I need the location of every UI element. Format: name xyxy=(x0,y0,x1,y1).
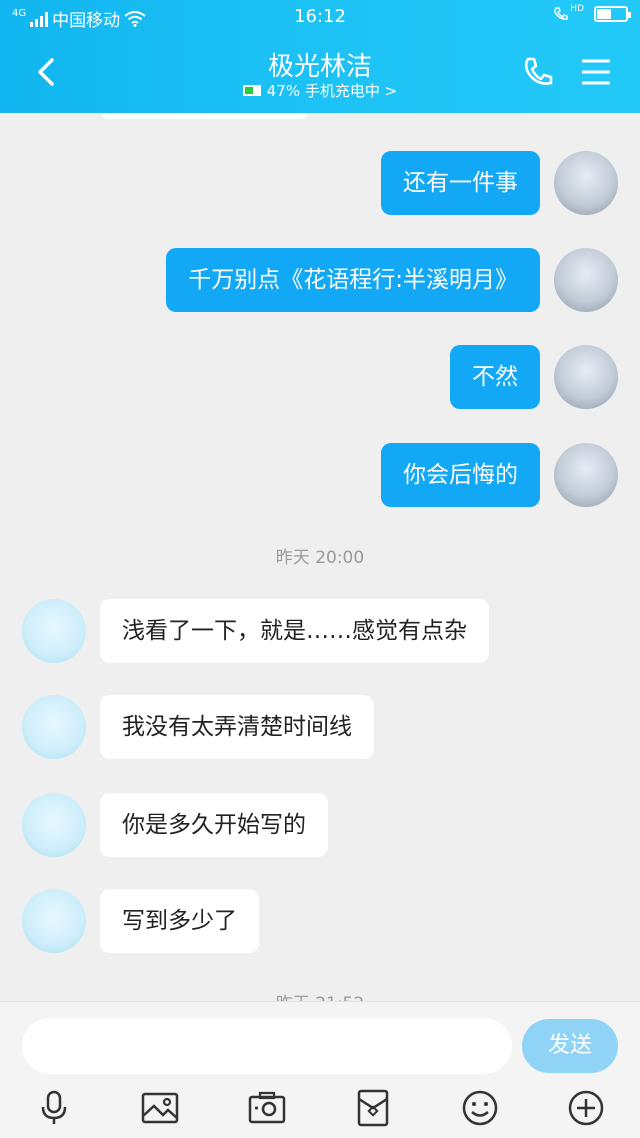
message-bubble-out[interactable]: 千万别点《花语程行:半溪明月》 xyxy=(166,248,540,312)
message-bubble-out[interactable]: 不然 xyxy=(450,345,540,409)
chat-header: 4G 中国移动 16:12 HD 极光林洁 47% 手机充电中 > xyxy=(0,0,640,113)
menu-button[interactable] xyxy=(576,52,616,92)
message-bubble-out[interactable]: 还有一件事 xyxy=(381,151,540,215)
menu-icon xyxy=(582,59,610,85)
emoji-icon xyxy=(462,1090,498,1126)
plus-icon xyxy=(568,1090,604,1126)
message-bubble-in[interactable]: 写到多少了 xyxy=(100,889,259,953)
contact-avatar[interactable] xyxy=(22,793,86,857)
photo-button[interactable] xyxy=(140,1088,180,1128)
phone-icon xyxy=(524,57,553,85)
input-panel: 发送 xyxy=(0,1001,640,1138)
red-packet-icon xyxy=(357,1089,389,1127)
message-input[interactable] xyxy=(22,1018,512,1074)
contact-avatar[interactable] xyxy=(22,695,86,759)
voice-button[interactable] xyxy=(34,1088,74,1128)
input-toolbar xyxy=(0,1084,640,1134)
message-list[interactable]: 还有一件事 千万别点《花语程行:半溪明月》 不然 你会后悔的 昨天 20:00 … xyxy=(0,113,640,1001)
timestamp: 昨天 21:52 xyxy=(0,989,640,1001)
contact-avatar[interactable] xyxy=(22,889,86,953)
image-icon xyxy=(141,1092,179,1124)
more-button[interactable] xyxy=(566,1088,606,1128)
send-button[interactable]: 发送 xyxy=(522,1019,618,1073)
message-bubble-in[interactable]: 我没有太弄清楚时间线 xyxy=(100,695,374,759)
timestamp: 昨天 20:00 xyxy=(275,548,365,568)
my-avatar[interactable] xyxy=(554,345,618,409)
contact-status-text: 47% 手机充电中 > xyxy=(266,82,398,100)
my-avatar[interactable] xyxy=(554,151,618,215)
status-bar: 4G 中国移动 16:12 HD xyxy=(0,4,640,32)
message-bubble-in[interactable]: 你是多久开始写的 xyxy=(100,793,328,857)
my-avatar[interactable] xyxy=(554,443,618,507)
clock: 16:12 xyxy=(294,6,346,27)
mic-icon xyxy=(41,1090,67,1124)
message-bubble-out[interactable]: 你会后悔的 xyxy=(381,443,540,507)
hd-call-icon: HD xyxy=(553,4,584,22)
call-button[interactable] xyxy=(518,52,558,92)
camera-icon xyxy=(248,1091,286,1124)
battery-icon xyxy=(594,6,631,22)
red-packet-button[interactable] xyxy=(353,1088,393,1128)
message-bubble-in[interactable]: 浅看了一下，就是……感觉有点杂 xyxy=(100,599,489,663)
emoji-button[interactable] xyxy=(460,1088,500,1128)
contact-avatar[interactable] xyxy=(22,599,86,663)
partial-message-bubble xyxy=(100,113,310,119)
my-avatar[interactable] xyxy=(554,248,618,312)
battery-status-icon xyxy=(242,85,261,96)
camera-button[interactable] xyxy=(247,1088,287,1128)
